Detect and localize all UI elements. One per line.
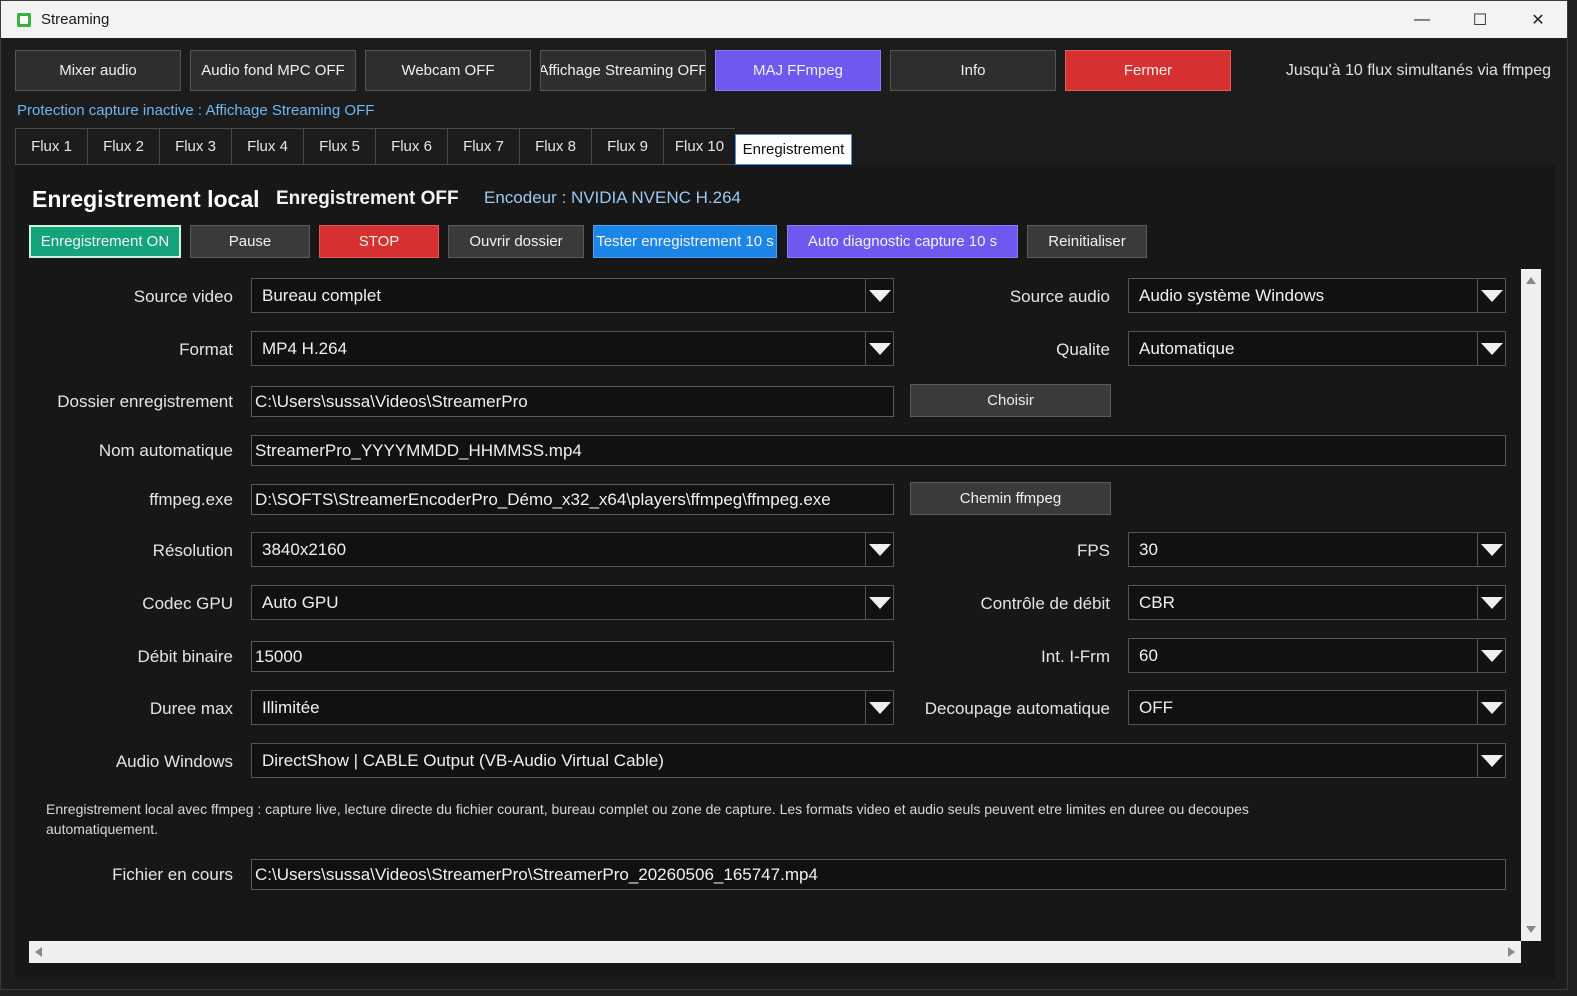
quality-label: Qualite — [1056, 340, 1110, 359]
horizontal-scrollbar[interactable] — [29, 941, 1521, 963]
reset-button[interactable]: Reinitialiser — [1027, 225, 1147, 258]
chevron-down-icon[interactable] — [1477, 533, 1505, 566]
chevron-down-icon[interactable] — [1477, 744, 1505, 777]
chevron-down-icon[interactable] — [865, 586, 893, 619]
tab-flux-8[interactable]: Flux 8 — [519, 128, 591, 165]
auto-split-label: Decoupage automatique — [924, 699, 1110, 718]
iframe-label: Int. I-Frm — [1041, 647, 1110, 666]
fps-label: FPS — [1076, 541, 1110, 560]
rate-control-label: Contrôle de débit — [980, 594, 1110, 613]
scroll-left-icon[interactable] — [35, 947, 42, 957]
codec-select[interactable]: Auto GPU — [251, 585, 894, 620]
tab-flux-1[interactable]: Flux 1 — [15, 128, 87, 165]
tab-flux-2[interactable]: Flux 2 — [87, 128, 159, 165]
main-window: Streaming — ☐ ✕ Mixer audio Audio fond M… — [0, 0, 1568, 990]
source-audio-label: Source audio — [1009, 287, 1110, 306]
choose-folder-button[interactable]: Choisir — [910, 384, 1111, 417]
resolution-label: Résolution — [152, 541, 233, 560]
audio-windows-label: Audio Windows — [115, 752, 233, 771]
tab-flux-10[interactable]: Flux 10 — [663, 128, 735, 165]
scroll-up-icon[interactable] — [1526, 277, 1536, 284]
max-duration-select[interactable]: Illimitée — [251, 690, 894, 725]
codec-label: Codec GPU — [142, 594, 233, 613]
current-file-input[interactable]: C:\Users\sussa\Videos\StreamerPro\Stream… — [251, 859, 1506, 890]
audio-windows-select[interactable]: DirectShow | CABLE Output (VB-Audio Virt… — [251, 743, 1506, 778]
chevron-down-icon[interactable] — [1477, 691, 1505, 724]
bitrate-input[interactable]: 15000 — [251, 641, 894, 672]
protection-status: Protection capture inactive : Affichage … — [17, 102, 375, 119]
minimize-icon[interactable]: — — [1393, 1, 1451, 38]
current-file-label: Fichier en cours — [112, 865, 233, 884]
audio-fond-button[interactable]: Audio fond MPC OFF — [190, 50, 356, 91]
chevron-down-icon[interactable] — [1477, 639, 1505, 672]
page-title: Enregistrement local — [32, 186, 260, 212]
mixer-audio-button[interactable]: Mixer audio — [15, 50, 181, 91]
recording-panel: Enregistrement local Enregistrement OFF … — [15, 165, 1555, 979]
close-icon[interactable]: ✕ — [1509, 1, 1567, 38]
help-note: Enregistrement local avec ffmpeg : captu… — [46, 801, 1249, 837]
app-icon — [17, 12, 31, 27]
maj-ffmpeg-button[interactable]: MAJ FFmpeg — [715, 50, 881, 91]
source-audio-select[interactable]: Audio système Windows — [1128, 278, 1506, 313]
chevron-down-icon[interactable] — [865, 332, 893, 365]
record-on-button[interactable]: Enregistrement ON — [29, 225, 181, 258]
chevron-down-icon[interactable] — [1477, 332, 1505, 365]
folder-input[interactable]: C:\Users\sussa\Videos\StreamerPro — [251, 386, 894, 417]
fps-select[interactable]: 30 — [1128, 532, 1506, 567]
affichage-streaming-button[interactable]: Affichage Streaming OFF — [540, 50, 706, 91]
format-select[interactable]: MP4 H.264 — [251, 331, 894, 366]
scroll-right-icon[interactable] — [1508, 947, 1515, 957]
test-recording-button[interactable]: Tester enregistrement 10 s — [593, 225, 777, 258]
resolution-select[interactable]: 3840x2160 — [251, 532, 894, 567]
iframe-select[interactable]: 60 — [1128, 638, 1506, 673]
auto-name-label: Nom automatique — [98, 441, 233, 460]
chevron-down-icon[interactable] — [1477, 586, 1505, 619]
source-video-select[interactable]: Bureau complet — [251, 278, 894, 313]
tab-enregistrement[interactable]: Enregistrement — [735, 134, 852, 165]
format-label: Format — [179, 340, 233, 359]
folder-label: Dossier enregistrement — [57, 392, 233, 411]
rate-control-select[interactable]: CBR — [1128, 585, 1506, 620]
max-duration-label: Duree max — [149, 699, 233, 718]
webcam-button[interactable]: Webcam OFF — [365, 50, 531, 91]
encoder-label: Encodeur : NVIDIA NVENC H.264 — [484, 188, 742, 207]
bitrate-label: Débit binaire — [137, 647, 233, 666]
tab-flux-9[interactable]: Flux 9 — [591, 128, 663, 165]
auto-diagnostic-button[interactable]: Auto diagnostic capture 10 s — [787, 225, 1018, 258]
window-title: Streaming — [41, 11, 110, 28]
tab-flux-7[interactable]: Flux 7 — [447, 128, 519, 165]
pause-button[interactable]: Pause — [190, 225, 310, 258]
ffmpeg-label: ffmpeg.exe — [149, 490, 233, 509]
settings-form: Source video Bureau complet Source audio… — [29, 269, 1521, 941]
tab-flux-5[interactable]: Flux 5 — [303, 128, 375, 165]
fermer-button[interactable]: Fermer — [1065, 50, 1231, 91]
tab-flux-6[interactable]: Flux 6 — [375, 128, 447, 165]
auto-name-input[interactable]: StreamerPro_YYYYMMDD_HHMMSS.mp4 — [251, 435, 1506, 466]
maximize-icon[interactable]: ☐ — [1451, 1, 1509, 38]
tab-flux-4[interactable]: Flux 4 — [231, 128, 303, 165]
source-video-label: Source video — [133, 287, 233, 306]
open-folder-button[interactable]: Ouvrir dossier — [448, 225, 584, 258]
ffmpeg-path-button[interactable]: Chemin ffmpeg — [910, 482, 1111, 515]
auto-split-select[interactable]: OFF — [1128, 690, 1506, 725]
chevron-down-icon[interactable] — [865, 691, 893, 724]
chevron-down-icon[interactable] — [865, 279, 893, 312]
chevron-down-icon[interactable] — [865, 533, 893, 566]
chevron-down-icon[interactable] — [1477, 279, 1505, 312]
title-bar: Streaming — ☐ ✕ — [1, 1, 1567, 38]
vertical-scrollbar[interactable] — [1521, 269, 1541, 941]
stop-button[interactable]: STOP — [319, 225, 439, 258]
ffmpeg-path-input[interactable]: D:\SOFTS\StreamerEncoderPro_Démo_x32_x64… — [251, 484, 894, 515]
tab-flux-3[interactable]: Flux 3 — [159, 128, 231, 165]
quality-select[interactable]: Automatique — [1128, 331, 1506, 366]
tab-bar: Flux 1 Flux 2 Flux 3 Flux 4 Flux 5 Flux … — [15, 128, 852, 165]
window-controls: — ☐ ✕ — [1393, 1, 1567, 38]
scroll-down-icon[interactable] — [1526, 926, 1536, 933]
recording-status: Enregistrement OFF — [276, 188, 459, 209]
info-button[interactable]: Info — [890, 50, 1056, 91]
stream-info-text: Jusqu'à 10 flux simultanés via ffmpeg — [1285, 62, 1551, 79]
